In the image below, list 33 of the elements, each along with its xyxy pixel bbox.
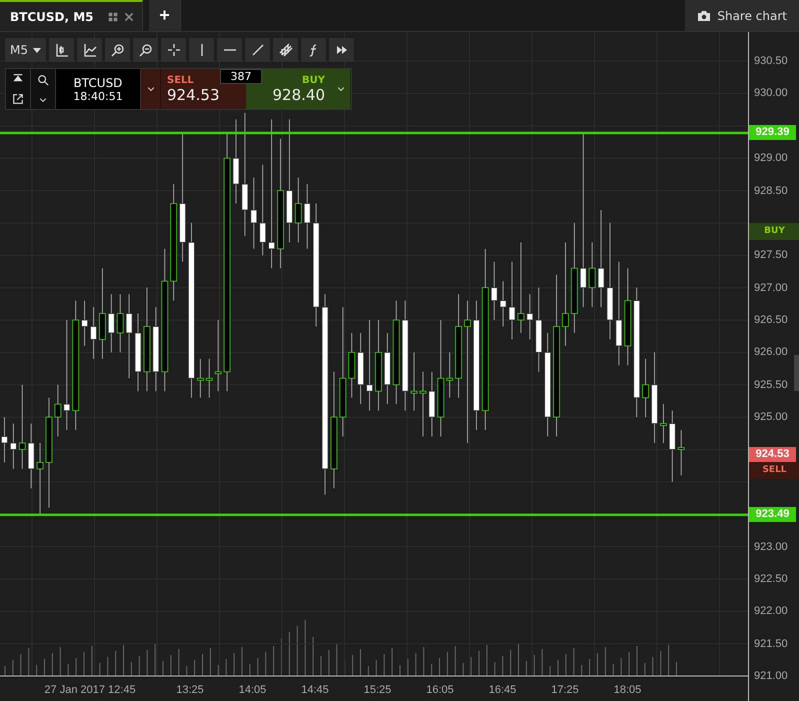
price-axis-label: 921.00	[754, 669, 788, 683]
price-axis-label: 928.50	[754, 184, 788, 198]
price-axis-label: 921.50	[754, 636, 788, 651]
time-axis-label: 16:45	[488, 684, 516, 696]
price-axis-label: 923.00	[754, 540, 788, 554]
spread-tooltip: 387	[220, 69, 262, 84]
price-axis-label: 926.00	[754, 345, 788, 360]
price-axis-label: 922.50	[754, 572, 788, 586]
price-axis-label: 927.00	[754, 280, 788, 295]
time-axis-label: 18:05	[614, 684, 642, 696]
price-axis-label: 927.50	[754, 248, 788, 262]
price-axis-label: 922.00	[754, 604, 788, 618]
price-axis-label: 926.50	[754, 313, 788, 328]
time-text: 18:40:51	[73, 90, 123, 102]
price-axis-label: 925.50	[754, 378, 788, 392]
buy-marker: BUY	[749, 223, 799, 240]
time-axis-label: 27 Jan 2017 12:45	[44, 684, 136, 696]
price-axis-label: 929.00	[754, 151, 788, 166]
time-axis-label: 14:05	[238, 684, 266, 696]
symbol-text: BTCUSD	[74, 76, 122, 90]
line-price-tag: 929.39	[749, 124, 796, 140]
time-axis-label: 17:25	[551, 684, 579, 696]
time-axis-label: 15:25	[364, 684, 392, 696]
sell-price-tag: 924.53	[749, 446, 796, 462]
price-axis-label: 930.00	[754, 86, 788, 100]
line-price-tag: 923.49	[749, 506, 796, 522]
time-axis-label: 13:25	[176, 684, 204, 696]
tab-label: BTCUSD, M5	[10, 10, 95, 24]
sell-marker: SELL	[749, 462, 799, 479]
price-axis-label: 925.00	[754, 410, 788, 424]
time-axis-label: 14:45	[301, 684, 329, 696]
time-axis-label: 16:05	[426, 684, 454, 696]
price-axis-label: 930.50	[754, 54, 788, 68]
